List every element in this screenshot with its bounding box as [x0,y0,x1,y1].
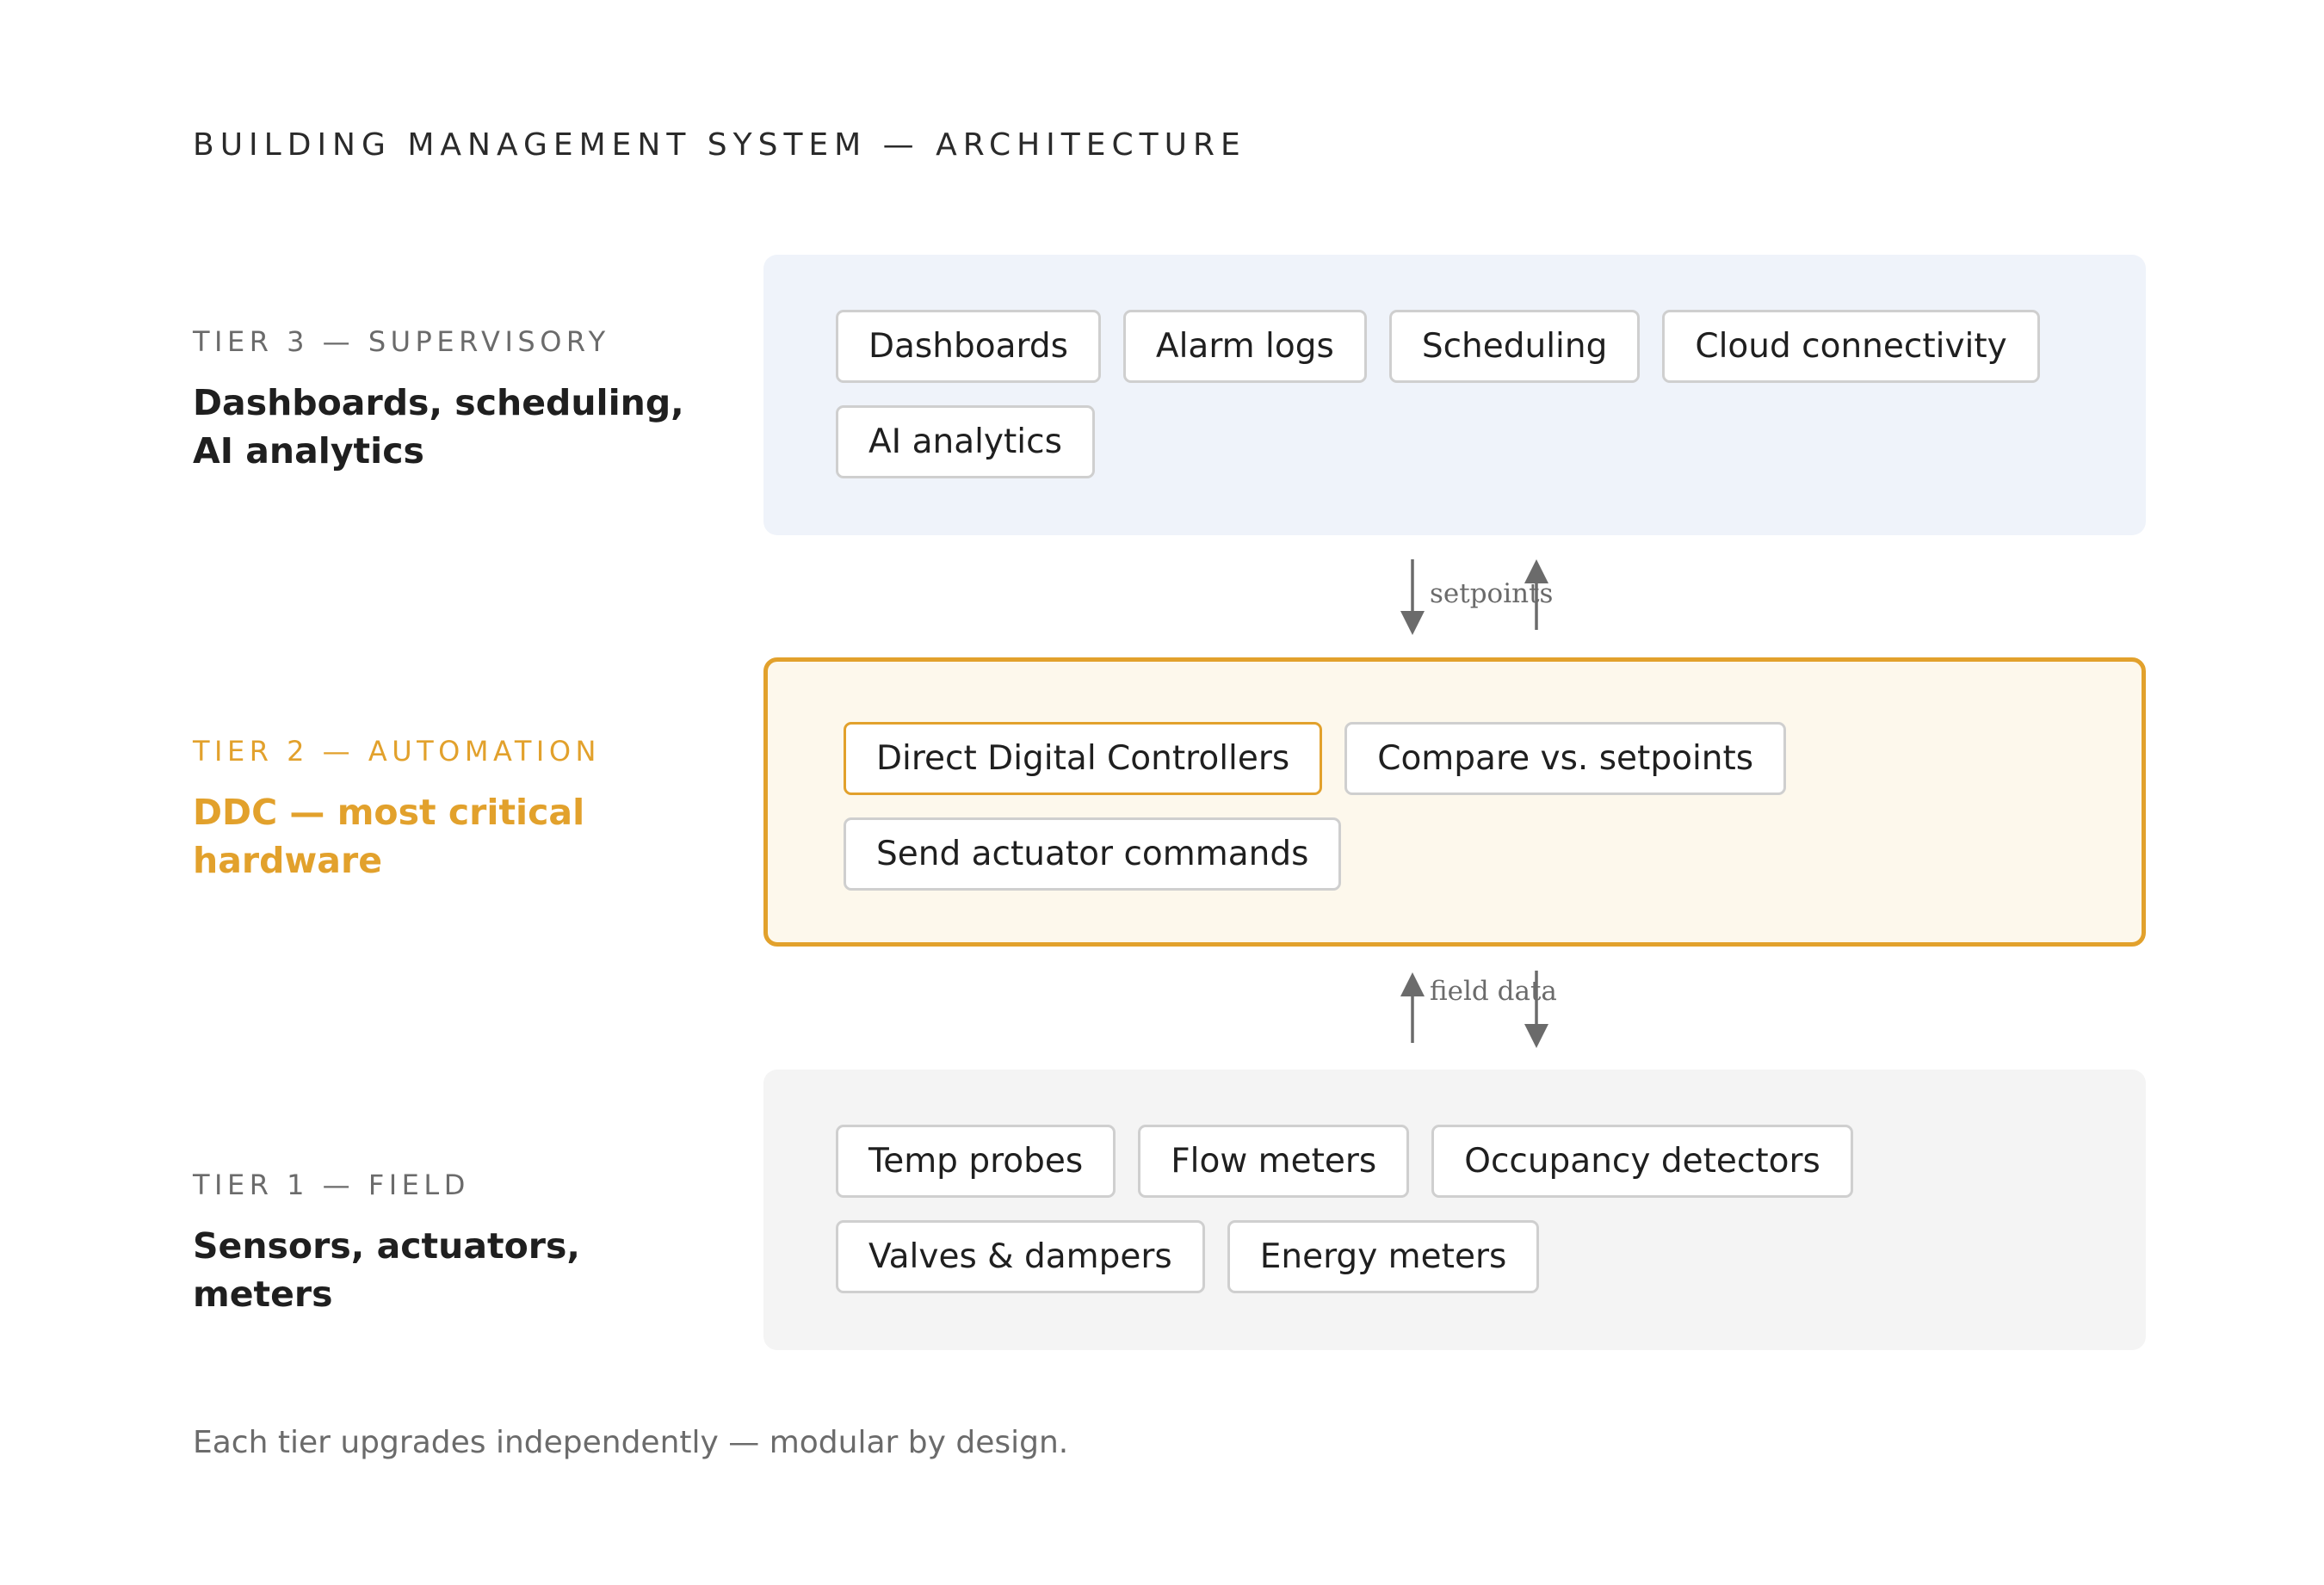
chip-direct-digital-controllers: Direct Digital Controllers [844,722,1323,795]
tier-2-description: DDC — most critical hardware [193,792,585,881]
chip-valves-dampers: Valves & dampers [836,1220,1205,1293]
setpoints-label: setpoints [1430,578,1554,609]
tier-3-panel: Dashboards Alarm logs Scheduling Cloud c… [763,255,2146,535]
tier-3-heading: TIER 3 — SUPERVISORY Dashboards, schedul… [193,325,709,475]
chip-energy-meters: Energy meters [1227,1220,1540,1293]
tier-3-eyebrow: TIER 3 — SUPERVISORY [193,325,610,358]
tier-2-heading: TIER 2 — AUTOMATION DDC — most critical … [193,735,709,885]
field-data-up-arrowhead [1400,972,1425,996]
diagram-title: BUILDING MANAGEMENT SYSTEM — ARCHITECTUR… [193,127,1246,163]
setpoints-down-arrowhead [1400,611,1425,635]
field-data-label: field data [1430,976,1557,1007]
tier-1-panel: Temp probes Flow meters Occupancy detect… [763,1070,2146,1350]
tier-1-eyebrow: TIER 1 — FIELD [193,1169,470,1201]
chip-ai-analytics: AI analytics [836,405,1095,478]
chip-dashboards: Dashboards [836,310,1101,383]
tier-1-heading: TIER 1 — FIELD Sensors, actuators, meter… [193,1169,709,1318]
chip-compare-vs-setpoints: Compare vs. setpoints [1344,722,1787,795]
chip-alarm-logs: Alarm logs [1122,310,1367,383]
chip-occupancy-detectors: Occupancy detectors [1431,1125,1853,1198]
tier-2-eyebrow: TIER 2 — AUTOMATION [193,735,601,768]
field-data-down-arrowhead [1524,1024,1548,1048]
chip-scheduling: Scheduling [1388,310,1641,383]
chip-send-actuator-commands: Send actuator commands [844,817,1342,891]
tier-1-description: Sensors, actuators, meters [193,1225,580,1315]
chip-cloud-connectivity: Cloud connectivity [1662,310,2040,383]
footnote: Each tier upgrades independently — modul… [193,1425,1069,1460]
chip-flow-meters: Flow meters [1138,1125,1410,1198]
tier-2-panel: Direct Digital Controllers Compare vs. s… [763,657,2146,947]
tier-3-description: Dashboards, scheduling, AI analytics [193,382,684,472]
chip-temp-probes: Temp probes [836,1125,1116,1198]
